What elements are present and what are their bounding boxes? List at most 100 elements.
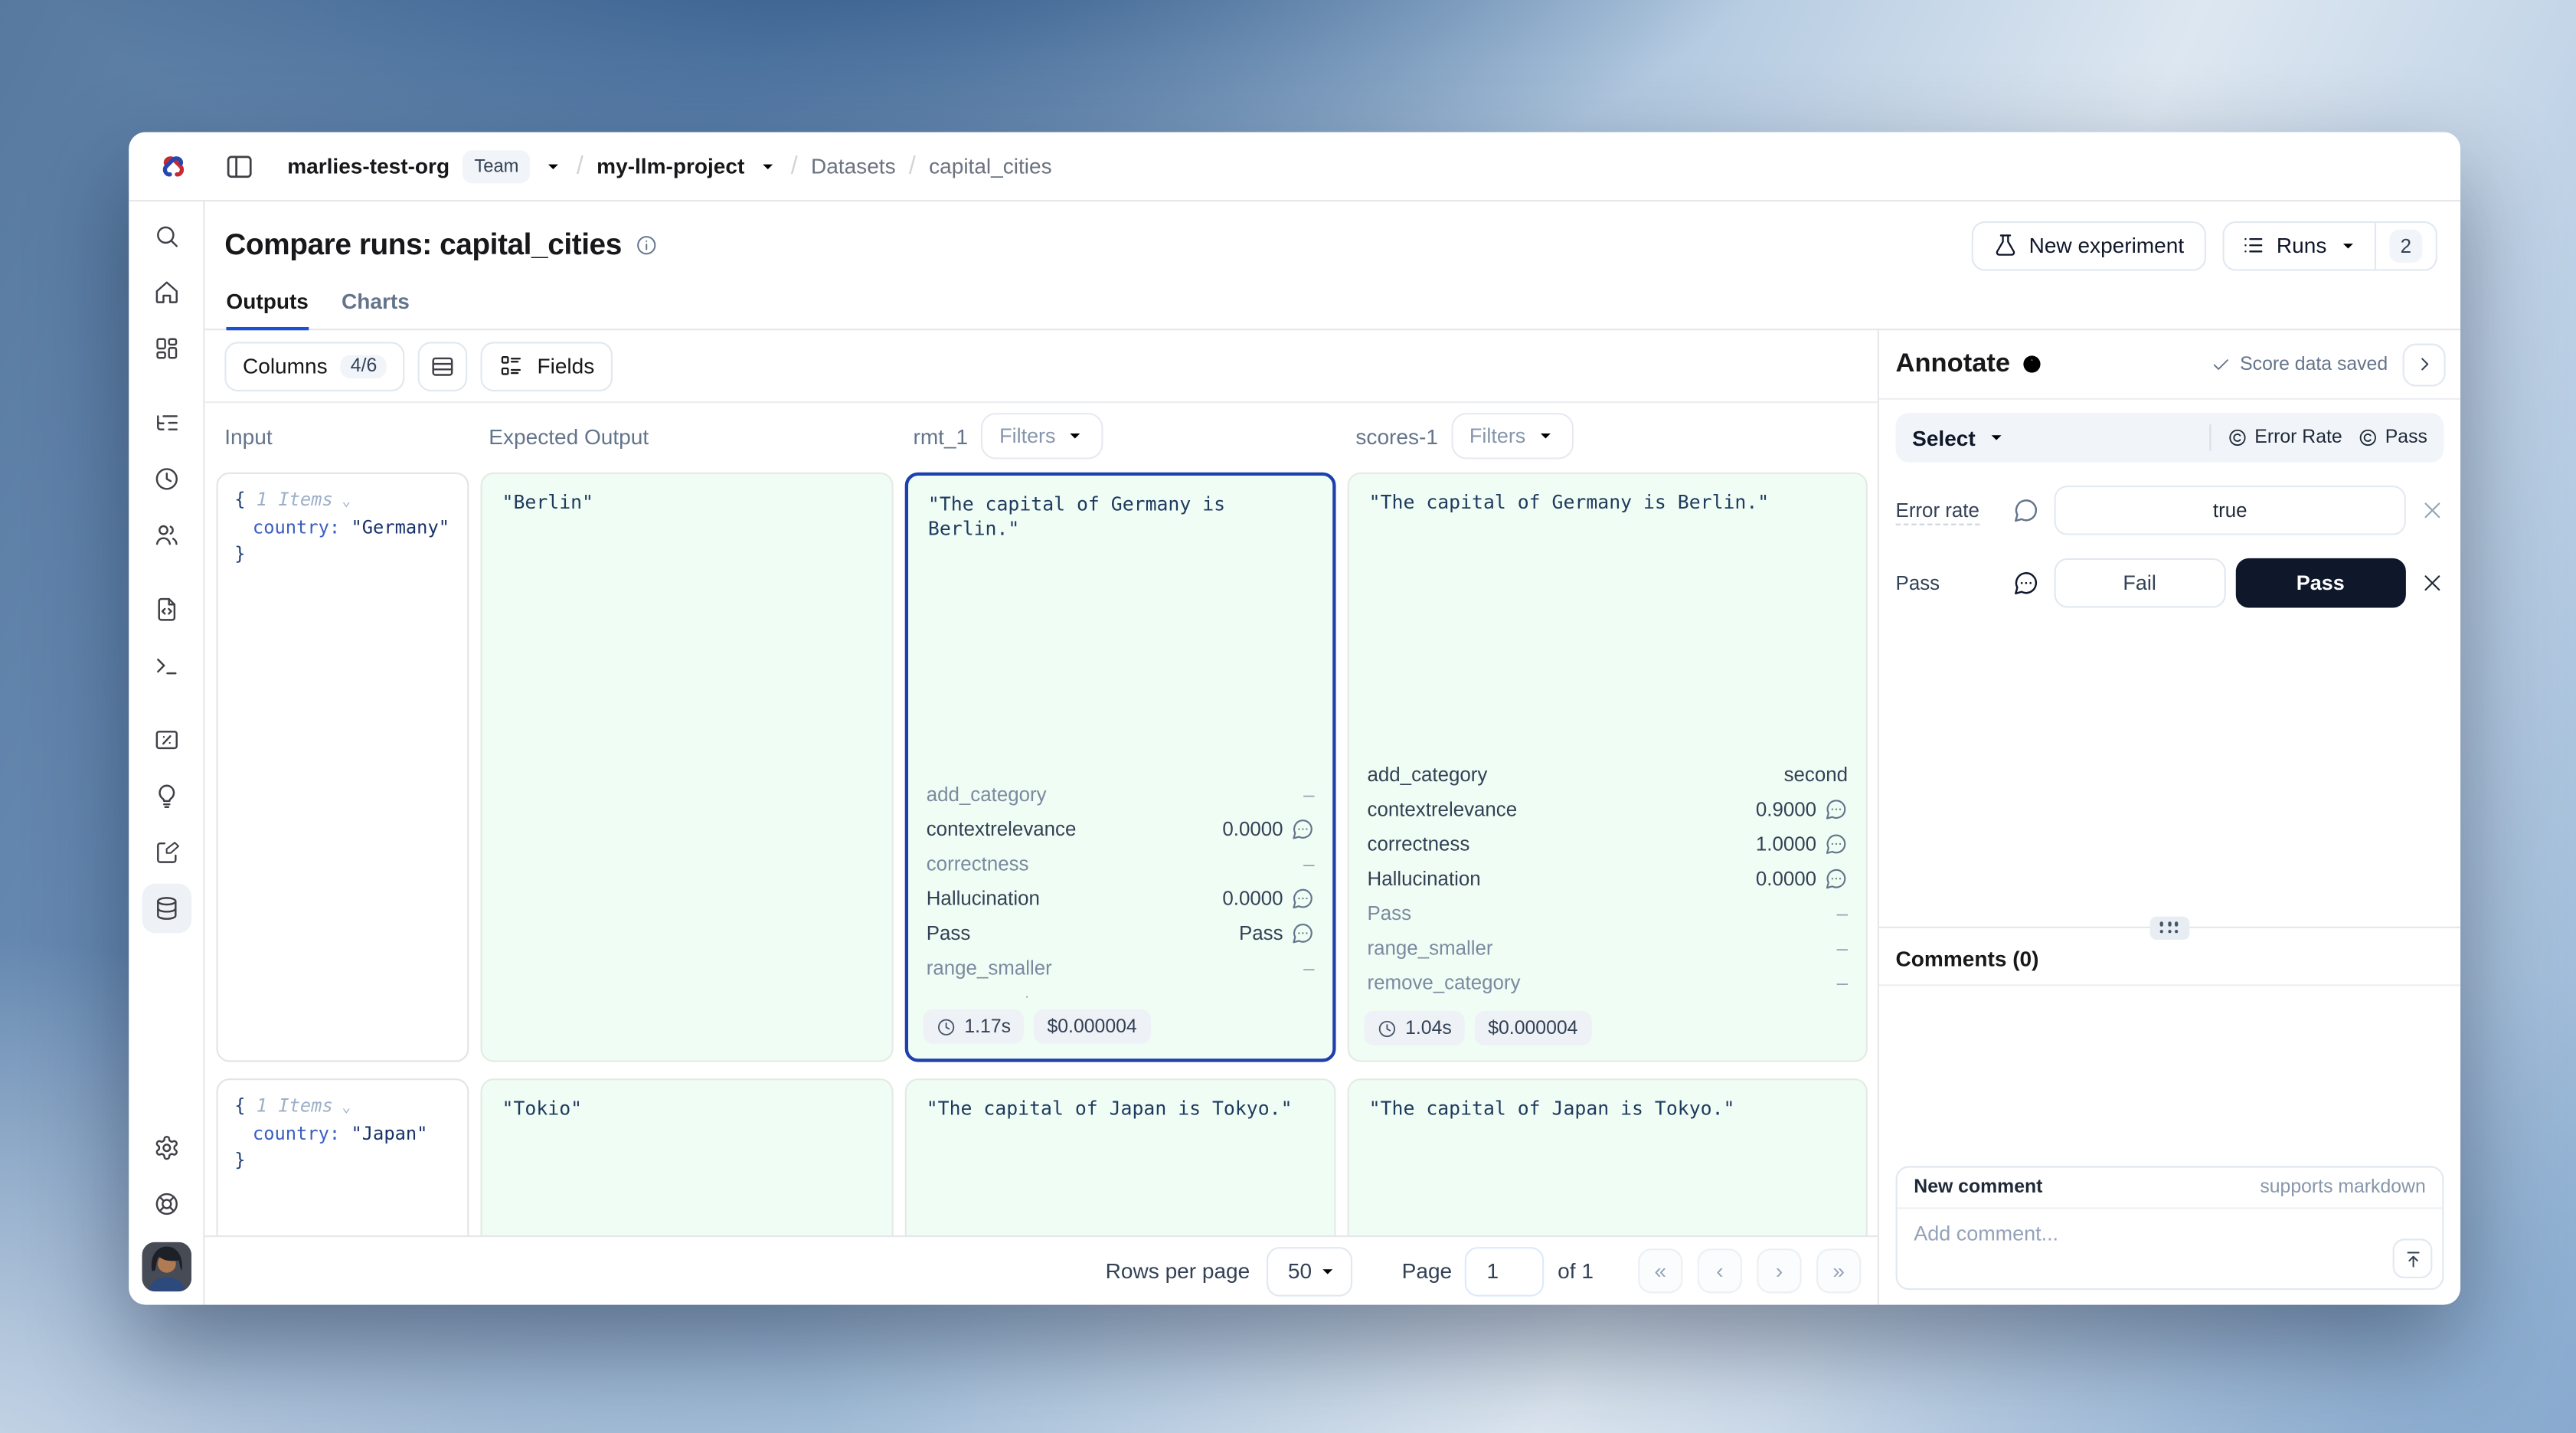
json-collapse-icon[interactable]: ⌄ bbox=[333, 494, 351, 511]
prev-page-button[interactable]: ‹ bbox=[1698, 1248, 1742, 1293]
chevron-down-icon bbox=[1065, 426, 1085, 446]
sidebar-item-playground[interactable] bbox=[141, 641, 191, 691]
json-key: country: bbox=[253, 1123, 340, 1144]
header-run1[interactable]: rmt_1 bbox=[913, 424, 968, 448]
comment-icon[interactable] bbox=[1291, 886, 1314, 909]
metric-row: PassPass bbox=[908, 915, 1332, 950]
row-height-button[interactable] bbox=[418, 341, 468, 391]
sidebar-item-evaluation[interactable] bbox=[141, 715, 191, 765]
run2-output-cell[interactable]: "The capital of Germany is Berlin." add_… bbox=[1348, 473, 1868, 1062]
first-page-button[interactable]: « bbox=[1638, 1248, 1682, 1293]
json-items-count[interactable]: 1 Items bbox=[257, 1095, 333, 1117]
new-experiment-button[interactable]: New experiment bbox=[1971, 221, 2205, 270]
breadcrumb-org[interactable]: marlies-test-org bbox=[287, 154, 449, 178]
sidebar-item-sessions[interactable] bbox=[141, 454, 191, 504]
sidebar-item-tracing[interactable] bbox=[141, 398, 191, 448]
comment-bubble-icon[interactable] bbox=[2013, 570, 2040, 597]
fields-button[interactable]: Fields bbox=[481, 341, 613, 391]
sidebar-item-prompts[interactable] bbox=[141, 584, 191, 634]
score-chip-error-rate[interactable]: Error Rate bbox=[2228, 428, 2342, 448]
run2-filters-button[interactable]: Filters bbox=[1451, 413, 1574, 459]
json-brace: } bbox=[234, 1150, 245, 1171]
columns-button[interactable]: Columns 4/6 bbox=[224, 341, 405, 391]
collapse-panel-button[interactable] bbox=[2403, 342, 2446, 385]
page-of-label: of 1 bbox=[1558, 1258, 1594, 1283]
submit-comment-button[interactable] bbox=[2393, 1238, 2433, 1278]
sidebar-item-search[interactable] bbox=[141, 211, 191, 261]
info-icon[interactable] bbox=[635, 235, 656, 257]
clear-score-icon[interactable] bbox=[2421, 571, 2444, 594]
error-rate-value-input[interactable] bbox=[2055, 486, 2406, 535]
pagination-bar: Rows per page 50 Page of 1 « ‹ bbox=[204, 1235, 1877, 1305]
run1-output-cell-selected[interactable]: "The capital of Germany is Berlin." add_… bbox=[905, 473, 1336, 1062]
input-cell[interactable]: { 1 Items ⌄ country: "Germany" } bbox=[216, 473, 469, 1062]
info-icon[interactable] bbox=[2022, 353, 2043, 375]
json-collapse-icon[interactable]: ⌄ bbox=[333, 1100, 351, 1117]
clear-score-icon[interactable] bbox=[2421, 499, 2444, 522]
comment-icon[interactable] bbox=[1825, 797, 1848, 820]
latency-badge: 1.17s bbox=[923, 1009, 1024, 1044]
chevron-down-icon bbox=[1318, 1261, 1338, 1281]
app-window: marlies-test-org Team / my-llm-project /… bbox=[129, 133, 2460, 1305]
pass-option-button[interactable]: Pass bbox=[2235, 558, 2406, 608]
run1-output-cell[interactable]: "The capital of Japan is Tokyo." bbox=[905, 1078, 1336, 1235]
comment-icon[interactable] bbox=[1825, 866, 1848, 889]
sidebar-item-llm-judge[interactable] bbox=[141, 771, 191, 821]
user-avatar[interactable] bbox=[141, 1242, 191, 1292]
metric-row: add_category– bbox=[908, 777, 1332, 811]
chevron-down-icon[interactable] bbox=[544, 156, 564, 176]
score-chip-pass[interactable]: Pass bbox=[2359, 428, 2427, 448]
run-output-text: "The capital of Japan is Tokyo." bbox=[1349, 1080, 1866, 1137]
page-number-input[interactable] bbox=[1465, 1246, 1545, 1296]
fields-label: Fields bbox=[537, 353, 594, 378]
comment-icon[interactable] bbox=[1291, 816, 1314, 839]
filters-label: Filters bbox=[1469, 424, 1525, 447]
cost-badge: $0.000004 bbox=[1034, 1009, 1150, 1044]
sidebar-item-settings[interactable] bbox=[141, 1123, 191, 1173]
rows-per-page-select[interactable]: 50 bbox=[1267, 1246, 1352, 1296]
sidebar-toggle-icon[interactable] bbox=[224, 151, 254, 181]
comment-icon[interactable] bbox=[1291, 921, 1314, 944]
breadcrumb-project[interactable]: my-llm-project bbox=[597, 154, 744, 178]
sidebar-item-home[interactable] bbox=[141, 267, 191, 317]
run1-filters-button[interactable]: Filters bbox=[981, 413, 1103, 459]
runs-label: Runs bbox=[2277, 233, 2326, 257]
expected-output-cell[interactable]: "Berlin" bbox=[481, 473, 894, 1062]
breadcrumb-datasets[interactable]: Datasets bbox=[811, 154, 896, 178]
column-headers: Input Expected Output rmt_1 Filters sc bbox=[204, 403, 1877, 469]
json-brace: { bbox=[234, 489, 245, 510]
json-items-count[interactable]: 1 Items bbox=[257, 489, 333, 510]
sidebar-item-annotation[interactable] bbox=[141, 827, 191, 877]
comment-input[interactable] bbox=[1898, 1209, 2443, 1288]
last-page-button[interactable]: » bbox=[1816, 1248, 1861, 1293]
score-name: Pass bbox=[1896, 571, 1999, 594]
breadcrumb-dataset-name[interactable]: capital_cities bbox=[929, 154, 1052, 178]
sidebar-item-support[interactable] bbox=[141, 1179, 191, 1229]
columns-label: Columns bbox=[243, 353, 328, 378]
next-page-button[interactable]: › bbox=[1757, 1248, 1801, 1293]
header-run2[interactable]: scores-1 bbox=[1355, 424, 1438, 448]
runs-button[interactable]: Runs 2 bbox=[2222, 221, 2437, 270]
chevron-down-icon[interactable] bbox=[758, 156, 778, 176]
run2-output-cell[interactable]: "The capital of Japan is Tokyo." bbox=[1348, 1078, 1868, 1235]
desktop-wallpaper: marlies-test-org Team / my-llm-project /… bbox=[0, 0, 2576, 1433]
comment-icon[interactable] bbox=[1825, 832, 1848, 855]
tab-outputs[interactable]: Outputs bbox=[226, 289, 308, 330]
run-output-text: "The capital of Japan is Tokyo." bbox=[907, 1080, 1335, 1137]
sidebar-item-users[interactable] bbox=[141, 510, 191, 560]
breadcrumb-separator: / bbox=[577, 152, 584, 180]
runs-count-badge: 2 bbox=[2389, 229, 2422, 262]
fail-option-button[interactable]: Fail bbox=[2055, 558, 2225, 608]
page-title: Compare runs: capital_cities bbox=[224, 228, 622, 263]
sidebar-item-dashboards[interactable] bbox=[141, 324, 191, 374]
tab-charts[interactable]: Charts bbox=[342, 289, 410, 330]
run-output-text: "The capital of Germany is Berlin." bbox=[1349, 474, 1866, 757]
comment-bubble-icon[interactable] bbox=[2013, 497, 2040, 524]
expected-output-cell[interactable]: "Tokio" bbox=[481, 1078, 894, 1235]
score-row-error-rate: Error rate bbox=[1896, 486, 2444, 535]
sidebar-item-datasets[interactable] bbox=[141, 884, 191, 934]
metric-row: range_smaller– bbox=[1349, 930, 1866, 964]
resize-handle[interactable] bbox=[2150, 917, 2190, 940]
input-cell[interactable]: { 1 Items ⌄ country: "Japan" } bbox=[216, 1078, 469, 1235]
score-select-dropdown[interactable]: Select bbox=[1912, 425, 2007, 450]
